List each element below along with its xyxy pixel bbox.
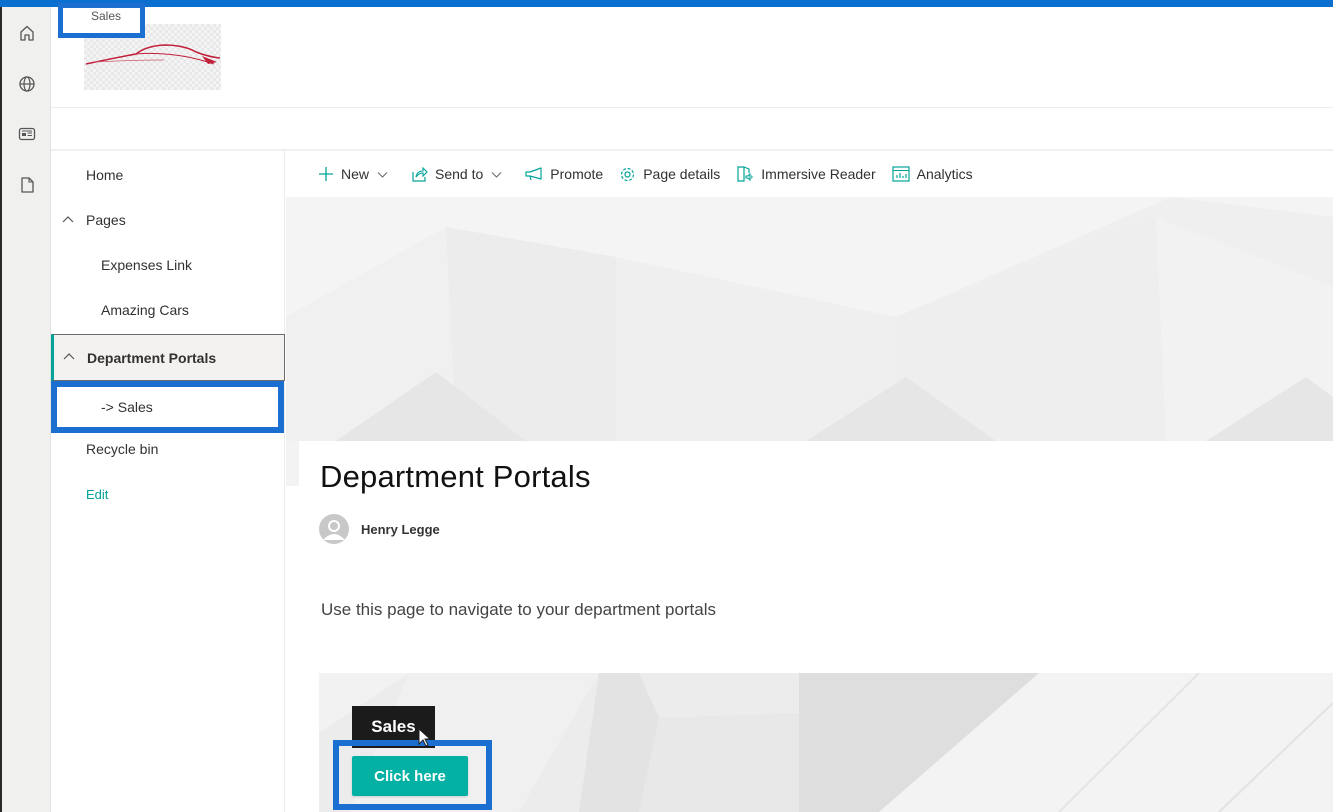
site-title[interactable]: Sales [91, 9, 121, 23]
nav-item-label: Expenses Link [101, 257, 193, 273]
nav-edit-link[interactable]: Edit [51, 472, 285, 516]
page-details-label: Page details [643, 166, 721, 182]
send-to-button[interactable]: Send to [411, 166, 509, 183]
click-here-button[interactable]: Click here [352, 756, 468, 796]
page-details-button[interactable]: Page details [619, 166, 720, 183]
analytics-icon [892, 166, 910, 182]
site-header [51, 7, 1333, 108]
analytics-button[interactable]: Analytics [892, 166, 973, 182]
chevron-down-icon [491, 171, 502, 178]
author-byline[interactable]: Henry Legge [319, 514, 440, 544]
avatar [319, 514, 349, 544]
promote-label: Promote [550, 166, 604, 182]
geometric-background-image [286, 197, 1333, 441]
nav-item-department-portals[interactable]: Department Portals [51, 334, 285, 381]
nav-item-label: Department Portals [87, 349, 217, 366]
plus-icon [319, 167, 333, 181]
site-title-highlight: Sales [58, 3, 145, 38]
command-bar: New Send to Promote Page details Immersi… [286, 151, 1333, 197]
chevron-up-icon[interactable] [62, 349, 76, 363]
nav-item-recycle-bin[interactable]: Recycle bin [51, 427, 285, 471]
nav-item-label: Pages [86, 212, 126, 228]
content-edge [286, 441, 299, 486]
new-label: New [341, 166, 370, 182]
share-icon [412, 166, 428, 182]
nav-item-label: Recycle bin [86, 441, 159, 457]
promote-button[interactable]: Promote [525, 166, 603, 182]
nav-item-expenses-link[interactable]: Expenses Link [51, 243, 285, 287]
suite-top-bar [0, 0, 1333, 7]
news-icon[interactable] [16, 123, 38, 145]
page-description: Use this page to navigate to your depart… [321, 600, 717, 619]
globe-icon[interactable] [16, 73, 38, 95]
mouse-cursor-icon [418, 728, 432, 747]
left-navigation: Home Pages Expenses Link Amazing Cars De… [51, 151, 285, 812]
title-banner-image [286, 197, 1333, 441]
nav-item-label: -> Sales [101, 399, 153, 415]
immersive-reader-icon [737, 166, 753, 182]
nav-item-label: Home [86, 167, 124, 183]
nav-item-sales-highlight: -> Sales [51, 381, 284, 433]
edit-label: Edit [86, 486, 109, 502]
author-name[interactable]: Henry Legge [361, 522, 440, 537]
megaphone-icon [525, 167, 542, 181]
send-to-label: Send to [435, 166, 484, 182]
nav-item-sales[interactable]: -> Sales [57, 387, 278, 427]
analytics-label: Analytics [916, 166, 973, 182]
immersive-reader-label: Immersive Reader [761, 166, 876, 182]
document-icon[interactable] [16, 174, 38, 196]
nav-item-amazing-cars[interactable]: Amazing Cars [51, 288, 285, 332]
immersive-reader-button[interactable]: Immersive Reader [736, 165, 876, 183]
nav-item-home[interactable]: Home [51, 153, 285, 197]
hub-navigation-bar [51, 108, 1333, 151]
chevron-up-icon[interactable] [61, 212, 75, 226]
nav-item-pages[interactable]: Pages [51, 198, 285, 242]
nav-item-label: Amazing Cars [101, 302, 189, 318]
chevron-down-icon [377, 171, 388, 178]
home-icon[interactable] [16, 22, 38, 44]
app-bar [0, 7, 51, 812]
page-title: Department Portals [320, 459, 591, 494]
new-button[interactable]: New [318, 166, 395, 182]
gear-icon [621, 167, 635, 181]
